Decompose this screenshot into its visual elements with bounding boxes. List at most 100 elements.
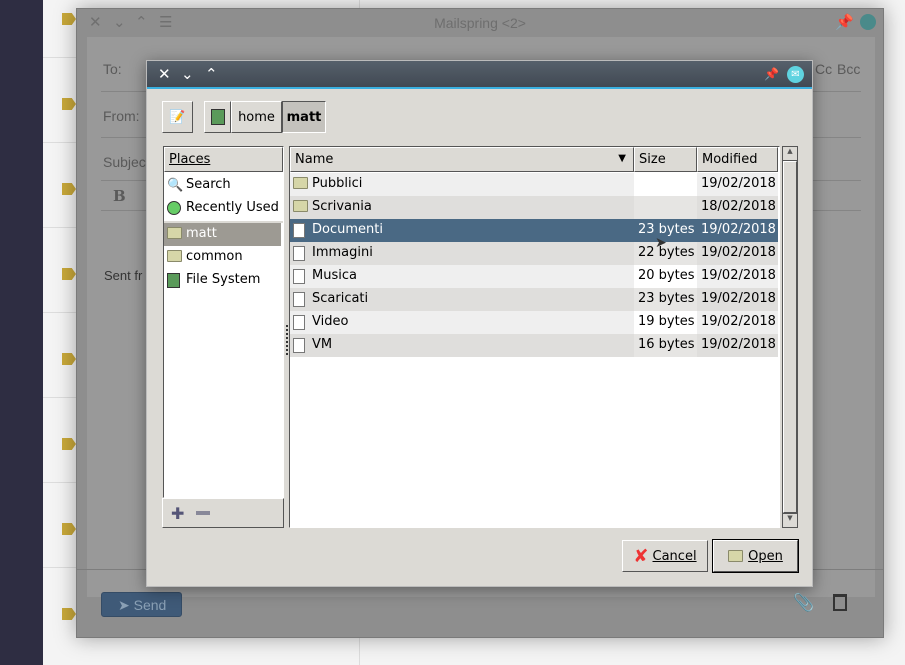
file-name: Immagini — [312, 245, 373, 260]
paperclip-icon[interactable]: 📎 — [793, 593, 814, 613]
file-modified: 18/02/2018 — [701, 199, 776, 214]
place-search[interactable]: 🔍 Search — [164, 174, 281, 197]
mouse-cursor-icon: ➤ — [655, 235, 667, 251]
scroll-up-icon[interactable]: ▲ — [783, 147, 797, 161]
drive-icon — [167, 273, 180, 288]
column-label: Name — [295, 152, 334, 167]
signature-text: Sent fr — [104, 268, 143, 283]
path-label: home — [238, 109, 275, 125]
place-common[interactable]: common — [164, 246, 281, 269]
path-matt-button[interactable]: matt — [282, 101, 326, 133]
bold-button[interactable]: B — [113, 187, 126, 205]
chevron-down-icon[interactable]: ⌄ — [181, 65, 194, 83]
to-label: To: — [103, 61, 122, 77]
dialog-titlebar: ✕ ⌄ ⌃ 📌 ✉ — [147, 61, 812, 89]
file-name: Musica — [312, 268, 357, 283]
file-name: Scrivania — [312, 199, 372, 214]
column-modified[interactable]: Modified — [697, 147, 778, 172]
place-label: matt — [186, 226, 217, 241]
send-icon: ➤ — [118, 597, 134, 613]
scrollbar[interactable]: ▲ ▼ — [782, 146, 798, 528]
file-modified: 19/02/2018 — [701, 245, 776, 260]
file-row[interactable]: Musica 20 bytes 19/02/2018 — [290, 265, 778, 288]
places-toolbar: ✚ — [162, 498, 284, 528]
place-matt[interactable]: matt — [164, 223, 281, 246]
file-modified: 19/02/2018 — [701, 176, 776, 191]
column-name[interactable]: Name ▼ — [290, 147, 634, 172]
folder-icon — [167, 250, 182, 262]
window-titlebar: ✕ ⌄ ⌃ ☰ Mailspring <2> 📌 — [77, 9, 883, 37]
place-label: common — [186, 249, 243, 264]
place-label: Search — [186, 177, 231, 192]
file-size: 23 bytes — [634, 288, 697, 311]
file-icon — [293, 292, 305, 307]
mailspring-logo-icon: ✉ — [787, 66, 804, 83]
places-header-label: Places — [169, 152, 211, 167]
file-modified: 19/02/2018 — [701, 291, 776, 306]
pin-icon[interactable]: 📌 — [764, 67, 779, 81]
places-panel: Places 🔍 Search Recently Used matt common… — [163, 146, 284, 498]
folder-icon — [293, 177, 308, 189]
open-button[interactable]: Open — [712, 539, 799, 573]
file-row[interactable]: Pubblici 19/02/2018 — [290, 173, 778, 196]
search-icon: 🔍 — [167, 178, 184, 193]
place-recently-used[interactable]: Recently Used — [164, 197, 281, 220]
file-icon — [293, 269, 305, 284]
clock-icon — [167, 201, 181, 215]
place-file-system[interactable]: File System — [164, 269, 281, 292]
file-row[interactable]: Documenti 23 bytes 19/02/2018 — [290, 219, 778, 242]
scroll-down-icon[interactable]: ▼ — [783, 513, 797, 527]
file-name: Documenti — [312, 222, 383, 237]
cc-button[interactable]: Cc — [815, 61, 832, 77]
file-row[interactable]: VM 16 bytes 19/02/2018 — [290, 334, 778, 357]
mailspring-logo-icon — [860, 14, 876, 30]
file-icon — [293, 315, 305, 330]
cancel-button[interactable]: ✘ Cancel — [622, 540, 708, 572]
cancel-label: Cancel — [652, 548, 697, 564]
path-home-button[interactable]: home — [231, 101, 282, 133]
drive-icon — [210, 109, 225, 125]
app-sidebar — [0, 0, 43, 665]
add-bookmark-icon[interactable]: ✚ — [171, 504, 184, 523]
file-name: Pubblici — [312, 176, 363, 191]
file-size: 16 bytes — [634, 334, 697, 357]
file-name: Video — [312, 314, 349, 329]
close-icon[interactable]: ✕ — [158, 65, 171, 83]
column-label: Modified — [702, 152, 758, 167]
file-row[interactable]: Video 19 bytes 19/02/2018 — [290, 311, 778, 334]
edit-location-button[interactable]: 📝 — [162, 101, 193, 133]
file-list: Name ▼ Size Modified Pubblici 19/02/2018 … — [289, 146, 780, 528]
window-title: Mailspring <2> — [434, 15, 526, 31]
remove-bookmark-icon[interactable] — [196, 511, 211, 515]
folder-icon — [293, 200, 308, 212]
file-modified: 19/02/2018 — [701, 222, 776, 237]
bcc-button[interactable]: Bcc — [837, 61, 860, 77]
file-modified: 19/02/2018 — [701, 337, 776, 352]
folder-icon — [167, 227, 182, 239]
file-name: VM — [312, 337, 333, 352]
path-root-button[interactable] — [204, 101, 231, 133]
file-size: 19 bytes — [634, 311, 697, 334]
file-icon — [293, 223, 305, 238]
chevron-up-icon[interactable]: ⌃ — [205, 65, 218, 83]
file-modified: 19/02/2018 — [701, 314, 776, 329]
folder-icon — [728, 550, 744, 562]
file-size — [634, 196, 697, 219]
cancel-icon: ✘ — [633, 545, 649, 567]
file-row[interactable]: Immagini 22 bytes 19/02/2018 — [290, 242, 778, 265]
file-modified: 19/02/2018 — [701, 268, 776, 283]
file-icon — [293, 338, 305, 353]
subject-label: Subject — [103, 154, 150, 170]
file-row[interactable]: Scrivania 18/02/2018 — [290, 196, 778, 219]
file-size: 20 bytes — [634, 265, 697, 288]
pin-icon[interactable]: 📌 — [835, 13, 854, 31]
send-label: Send — [133, 597, 167, 613]
places-header[interactable]: Places — [164, 147, 283, 172]
column-size[interactable]: Size — [634, 147, 697, 172]
send-button[interactable]: ➤ Send — [101, 592, 182, 617]
trash-icon[interactable] — [833, 594, 847, 611]
scrollbar-thumb[interactable] — [783, 161, 797, 513]
open-label: Open — [748, 548, 783, 564]
file-row[interactable]: Scaricati 23 bytes 19/02/2018 — [290, 288, 778, 311]
file-icon — [293, 246, 305, 261]
